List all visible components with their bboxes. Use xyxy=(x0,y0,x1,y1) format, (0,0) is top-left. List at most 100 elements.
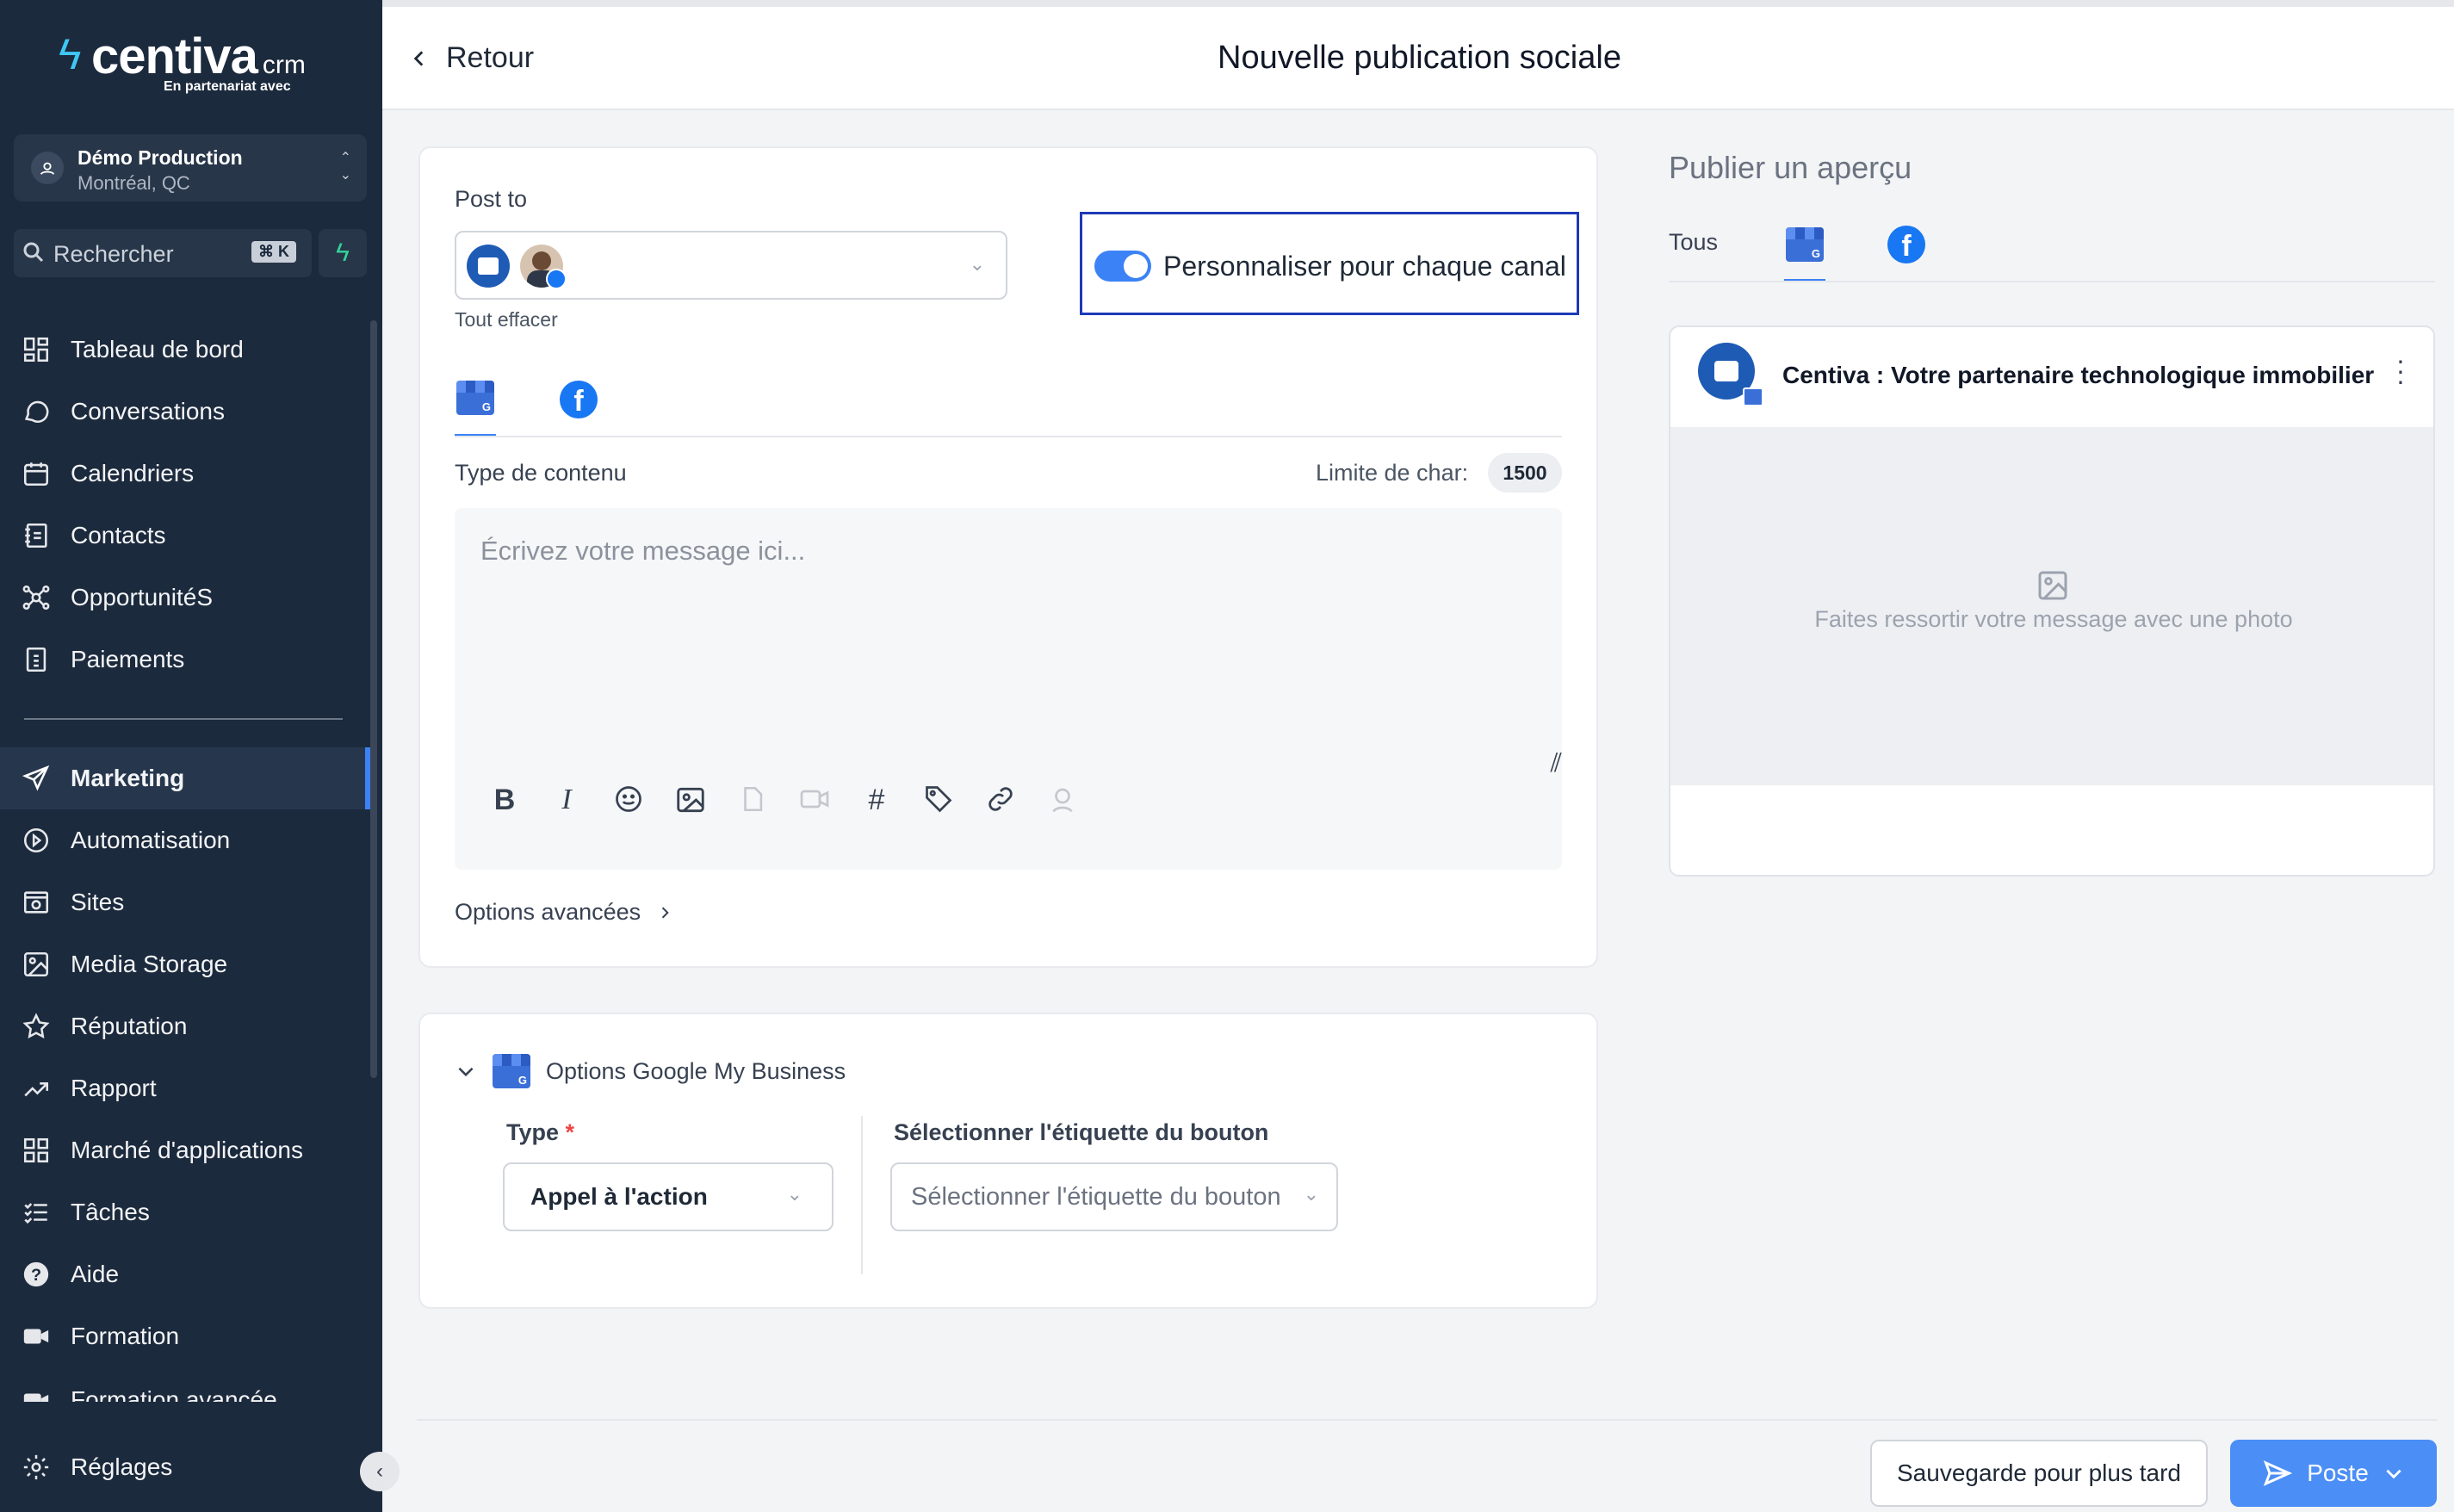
emoji-icon[interactable] xyxy=(610,784,648,822)
sidebar-item-media-storage[interactable]: Media Storage xyxy=(0,933,370,995)
image-icon xyxy=(2036,568,2070,607)
sidebar-search[interactable]: Rechercher ⌘ K xyxy=(14,229,312,277)
sidebar-item-formation-avancee[interactable]: Formation avancée xyxy=(0,1367,370,1402)
sidebar-item-automatisation[interactable]: Automatisation xyxy=(0,809,370,871)
preview-tab-gmb[interactable] xyxy=(1786,227,1824,262)
tabs-divider xyxy=(455,436,1562,437)
collapse-sidebar-button[interactable]: ‹ xyxy=(360,1452,400,1491)
customize-label: Personnaliser pour chaque canal xyxy=(1163,251,1566,282)
tab-gmb[interactable] xyxy=(456,381,494,415)
photo-placeholder[interactable]: Faites ressortir votre message avec une … xyxy=(1670,427,2433,785)
chevron-down-icon[interactable] xyxy=(2383,1462,2405,1484)
italic-icon[interactable]: I xyxy=(548,784,586,816)
google-my-business-icon xyxy=(1786,227,1824,262)
account-name: Démo Production xyxy=(77,146,243,169)
sidebar-item-contacts[interactable]: Contacts xyxy=(0,505,370,567)
sidebar: ϟ centiva crm En partenariat avec Démo Pr… xyxy=(0,0,382,1512)
customize-per-channel-box[interactable]: Personnaliser pour chaque canal xyxy=(1080,212,1579,315)
automation-icon xyxy=(0,826,72,855)
back-button[interactable]: Retour xyxy=(408,41,534,75)
sidebar-item-sites[interactable]: Sites xyxy=(0,871,370,933)
account-switcher[interactable]: Démo Production Montréal, QC ⌃ ⌄ xyxy=(14,134,367,201)
chevron-down-icon: ⌄ xyxy=(1303,1183,1319,1205)
chat-icon xyxy=(0,397,72,426)
chevron-right-icon xyxy=(661,906,669,919)
sidebar-item-conversations[interactable]: Conversations xyxy=(0,381,370,443)
sidebar-item-marche-applications[interactable]: Marché d'applications xyxy=(0,1119,370,1181)
sidebar-item-label: Sites xyxy=(71,889,125,915)
send-icon xyxy=(2264,1460,2293,1486)
preview-tab-facebook[interactable]: f xyxy=(1887,226,1925,263)
sidebar-item-reglages[interactable]: Réglages xyxy=(0,1436,370,1498)
search-icon xyxy=(21,239,46,270)
tasks-icon xyxy=(0,1198,72,1227)
advanced-options-label: Options avancées xyxy=(455,899,641,925)
resize-handle-icon[interactable]: ⫽ xyxy=(1551,749,1562,778)
account-location: Montréal, QC xyxy=(77,172,190,194)
tab-facebook[interactable]: f xyxy=(560,381,598,418)
location-pin-icon[interactable] xyxy=(1044,784,1081,824)
brand-name: centiva xyxy=(91,28,258,84)
preview-tab-all[interactable]: Tous xyxy=(1669,229,1718,256)
char-limit-label: Limite de char: xyxy=(1316,460,1469,486)
gmb-options-header[interactable]: Options Google My Business xyxy=(455,1054,846,1088)
post-button[interactable]: Poste xyxy=(2230,1440,2437,1507)
customize-toggle[interactable] xyxy=(1094,251,1151,282)
save-for-later-button[interactable]: Sauvegarde pour plus tard xyxy=(1870,1440,2208,1507)
document-icon[interactable] xyxy=(734,784,772,822)
type-label-text: Type xyxy=(506,1119,560,1145)
apps-icon xyxy=(0,1136,72,1165)
post-to-select[interactable]: ⌄ xyxy=(455,231,1007,300)
help-icon: ? xyxy=(0,1260,72,1289)
insert-image-icon[interactable] xyxy=(672,784,710,824)
sidebar-item-rapport[interactable]: Rapport xyxy=(0,1057,370,1119)
sidebar-item-label: Formation avancée xyxy=(71,1386,277,1402)
sidebar-item-label: Réglages xyxy=(71,1453,173,1480)
opportunities-icon xyxy=(0,583,72,612)
type-label: Type * xyxy=(506,1119,574,1146)
message-placeholder: Écrivez votre message ici... xyxy=(480,536,806,566)
type-select[interactable]: Appel à l'action ⌄ xyxy=(503,1162,833,1231)
bolt-logo-icon: ϟ xyxy=(59,30,82,78)
trend-icon xyxy=(0,1074,72,1103)
sidebar-item-tableau-de-bord[interactable]: Tableau de bord xyxy=(0,319,370,381)
gmb-account-avatar xyxy=(467,245,510,288)
brand-suffix: crm xyxy=(262,51,306,79)
sidebar-item-calendriers[interactable]: Calendriers xyxy=(0,443,370,505)
sidebar-divider xyxy=(24,718,343,720)
sidebar-item-paiements[interactable]: Paiements xyxy=(0,629,370,691)
sidebar-item-label: Paiements xyxy=(71,646,185,672)
sidebar-item-marketing[interactable]: Marketing xyxy=(0,747,370,809)
more-options-icon[interactable]: · · · xyxy=(2392,346,2409,394)
quick-action-button[interactable]: ϟ xyxy=(319,229,367,277)
chevron-left-icon xyxy=(413,50,424,66)
image-icon xyxy=(0,950,72,979)
sidebar-item-opportunites[interactable]: OpportunitéS xyxy=(0,567,370,629)
button-label-label: Sélectionner l'étiquette du bouton xyxy=(894,1119,1269,1145)
hashtag-icon[interactable]: # xyxy=(858,784,895,817)
sidebar-item-formation[interactable]: Formation xyxy=(0,1305,370,1367)
clear-all-link[interactable]: Tout effacer xyxy=(455,308,558,332)
preview-title: Publier un aperçu xyxy=(1669,150,1912,185)
post-button-label: Poste xyxy=(2307,1459,2369,1486)
button-label-placeholder: Sélectionner l'étiquette du bouton xyxy=(911,1182,1281,1211)
payments-icon xyxy=(0,645,72,674)
sidebar-item-label: Automatisation xyxy=(71,827,231,853)
sidebar-item-label: Tableau de bord xyxy=(71,336,244,363)
link-icon[interactable] xyxy=(982,784,1019,822)
bold-icon[interactable]: B xyxy=(486,784,524,817)
button-label-select[interactable]: Sélectionner l'étiquette du bouton ⌄ xyxy=(890,1162,1338,1231)
footer-divider xyxy=(417,1419,2437,1421)
sidebar-scrollbar[interactable] xyxy=(370,320,377,1078)
brand-logo[interactable]: ϟ centiva crm En partenariat avec xyxy=(59,28,306,94)
advanced-options-toggle[interactable]: Options avancées xyxy=(455,899,673,926)
sidebar-item-taches[interactable]: Tâches xyxy=(0,1181,370,1243)
sidebar-item-aide[interactable]: ? Aide xyxy=(0,1243,370,1305)
char-limit-badge: 1500 xyxy=(1488,453,1562,493)
tag-icon[interactable] xyxy=(920,784,957,822)
sidebar-item-label: Calendriers xyxy=(71,460,195,486)
brand-tagline: En partenariat avec xyxy=(164,79,291,94)
sidebar-item-reputation[interactable]: Réputation xyxy=(0,995,370,1057)
video-icon[interactable] xyxy=(796,784,833,822)
gmb-divider xyxy=(861,1116,863,1274)
